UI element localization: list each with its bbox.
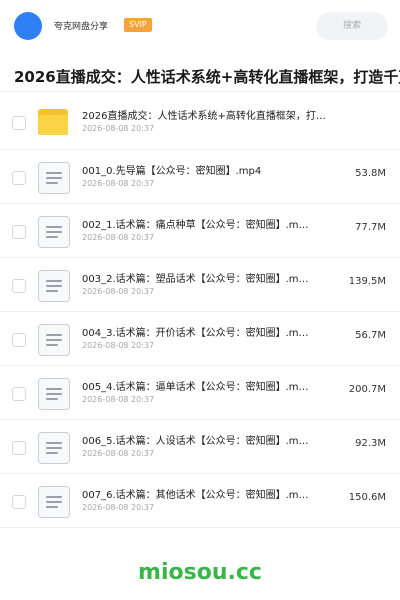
row-checkbox[interactable] xyxy=(12,225,26,239)
document-icon xyxy=(38,378,70,410)
row-checkbox[interactable] xyxy=(12,441,26,455)
file-name: 004_3.话术篇：开价话术【公众号：密知圈】.m… xyxy=(82,328,309,339)
file-date: 2026-08-08 20:37 xyxy=(82,124,155,133)
file-date: 2026-08-08 20:37 xyxy=(82,233,155,242)
avatar[interactable] xyxy=(14,12,42,40)
file-row[interactable]: 004_3.话术篇：开价话术【公众号：密知圈】.m… 2026-08-08 20:… xyxy=(0,312,400,366)
file-row[interactable]: 007_6.话术篇：其他话术【公众号：密知圈】.m… 2026-08-08 20:… xyxy=(0,474,400,528)
file-size: 200.7M xyxy=(348,384,386,395)
document-icon xyxy=(38,270,70,302)
file-size: 53.8M xyxy=(355,168,386,179)
svip-badge: SVIP xyxy=(124,18,152,32)
file-name: 001_0.先导篇【公众号：密知圈】.mp4 xyxy=(82,166,262,177)
file-row[interactable]: 005_4.话术篇：逼单话术【公众号：密知圈】.m… 2026-08-08 20:… xyxy=(0,366,400,420)
row-checkbox[interactable] xyxy=(12,279,26,293)
file-date: 2026-08-08 20:37 xyxy=(82,179,155,188)
file-row[interactable]: 006_5.话术篇：人设话术【公众号：密知圈】.m… 2026-08-08 20:… xyxy=(0,420,400,474)
file-name: 006_5.话术篇：人设话术【公众号：密知圈】.m… xyxy=(82,436,309,447)
row-checkbox[interactable] xyxy=(12,333,26,347)
file-name: 002_1.话术篇：痛点种草【公众号：密知圈】.m… xyxy=(82,220,309,231)
share-name: 夸克网盘分享 xyxy=(54,22,109,32)
document-icon xyxy=(38,324,70,356)
watermark: miosou.cc xyxy=(138,560,262,585)
file-date: 2026-08-08 20:37 xyxy=(82,395,155,404)
folder-row[interactable]: 2026直播成交：人性话术系统+高转化直播框架，打… 2026-08-08 20:… xyxy=(0,95,400,150)
file-size: 77.7M xyxy=(355,222,386,233)
file-name: 007_6.话术篇：其他话术【公众号：密知圈】.m… xyxy=(82,490,309,501)
row-checkbox[interactable] xyxy=(12,387,26,401)
file-size: 92.3M xyxy=(355,438,386,449)
document-icon xyxy=(38,162,70,194)
file-size: 139.5M xyxy=(348,276,386,287)
file-size: 56.7M xyxy=(355,330,386,341)
file-row[interactable]: 001_0.先导篇【公众号：密知圈】.mp4 2026-08-08 20:37 53… xyxy=(0,150,400,204)
file-list: 2026直播成交：人性话术系统+高转化直播框架，打… 2026-08-08 20:… xyxy=(0,95,400,528)
file-date: 2026-08-08 20:37 xyxy=(82,503,155,512)
page-title: 2026直播成交：人性话术系统+高转化直播框架，打造千万 xyxy=(14,68,400,86)
row-checkbox[interactable] xyxy=(12,495,26,509)
document-icon xyxy=(38,486,70,518)
document-icon xyxy=(38,216,70,248)
file-name: 003_2.话术篇：塑品话术【公众号：密知圈】.m… xyxy=(82,274,309,285)
document-icon xyxy=(38,432,70,464)
file-row[interactable]: 002_1.话术篇：痛点种草【公众号：密知圈】.m… 2026-08-08 20:… xyxy=(0,204,400,258)
row-checkbox[interactable] xyxy=(12,116,26,130)
file-size: 150.6M xyxy=(348,492,386,503)
file-date: 2026-08-08 20:37 xyxy=(82,449,155,458)
file-name: 005_4.话术篇：逼单话术【公众号：密知圈】.m… xyxy=(82,382,309,393)
file-row[interactable]: 003_2.话术篇：塑品话术【公众号：密知圈】.m… 2026-08-08 20:… xyxy=(0,258,400,312)
header: 夸克网盘分享 SVIP 搜索 xyxy=(0,0,400,52)
search-button[interactable]: 搜索 xyxy=(316,12,388,40)
file-date: 2026-08-08 20:37 xyxy=(82,287,155,296)
title-bar: 2026直播成交：人性话术系统+高转化直播框架，打造千万 xyxy=(0,62,400,92)
row-checkbox[interactable] xyxy=(12,171,26,185)
folder-icon xyxy=(38,107,70,139)
file-date: 2026-08-08 20:37 xyxy=(82,341,155,350)
file-name: 2026直播成交：人性话术系统+高转化直播框架，打… xyxy=(82,111,326,122)
